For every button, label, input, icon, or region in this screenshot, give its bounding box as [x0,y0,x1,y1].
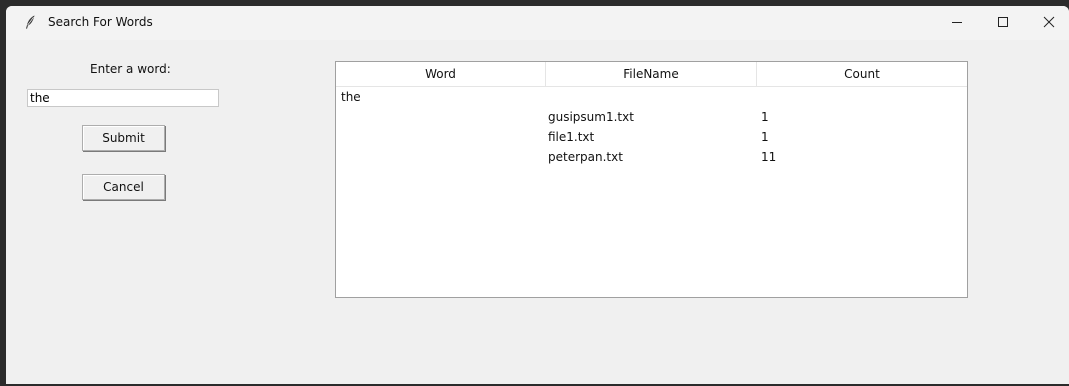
minimize-button[interactable] [934,6,980,38]
table-body: the gusipsum1.txt 1 file1.txt 1 peterpan… [336,87,967,167]
cell-count: 1 [761,130,769,144]
word-prompt-label: Enter a word: [90,62,171,76]
window-title: Search For Words [48,15,153,29]
column-header-filename[interactable]: FileName [546,62,757,86]
cell-word: the [341,90,361,104]
cell-count: 1 [761,110,769,124]
table-row[interactable]: file1.txt 1 [336,127,967,147]
cell-count [757,87,967,107]
close-button[interactable] [1026,6,1069,38]
column-header-count[interactable]: Count [757,62,967,86]
word-input[interactable] [27,89,219,107]
maximize-icon [998,17,1008,27]
minimize-icon [952,22,962,23]
cell-filename: peterpan.txt [548,150,623,164]
cell-filename: file1.txt [548,130,595,144]
table-row[interactable]: the [336,87,967,107]
table-header: Word FileName Count [336,62,967,87]
results-table[interactable]: Word FileName Count the gusipsum1.txt 1 … [335,61,968,298]
table-row[interactable]: gusipsum1.txt 1 [336,107,967,127]
cell-filename [546,87,757,107]
maximize-button[interactable] [980,6,1026,38]
table-row[interactable]: peterpan.txt 11 [336,147,967,167]
title-bar[interactable]: Search For Words [6,6,1069,40]
cell-word [336,127,546,147]
cell-word [336,107,546,127]
close-icon [1043,16,1055,28]
submit-button[interactable]: Submit [82,125,165,151]
cancel-button[interactable]: Cancel [82,174,165,200]
cell-word [336,147,546,167]
app-window: Search For Words Enter a word: Submit Ca… [6,6,1069,384]
cell-count: 11 [761,150,777,164]
feather-icon [22,14,38,30]
column-header-word[interactable]: Word [336,62,546,86]
cell-filename: gusipsum1.txt [548,110,634,124]
